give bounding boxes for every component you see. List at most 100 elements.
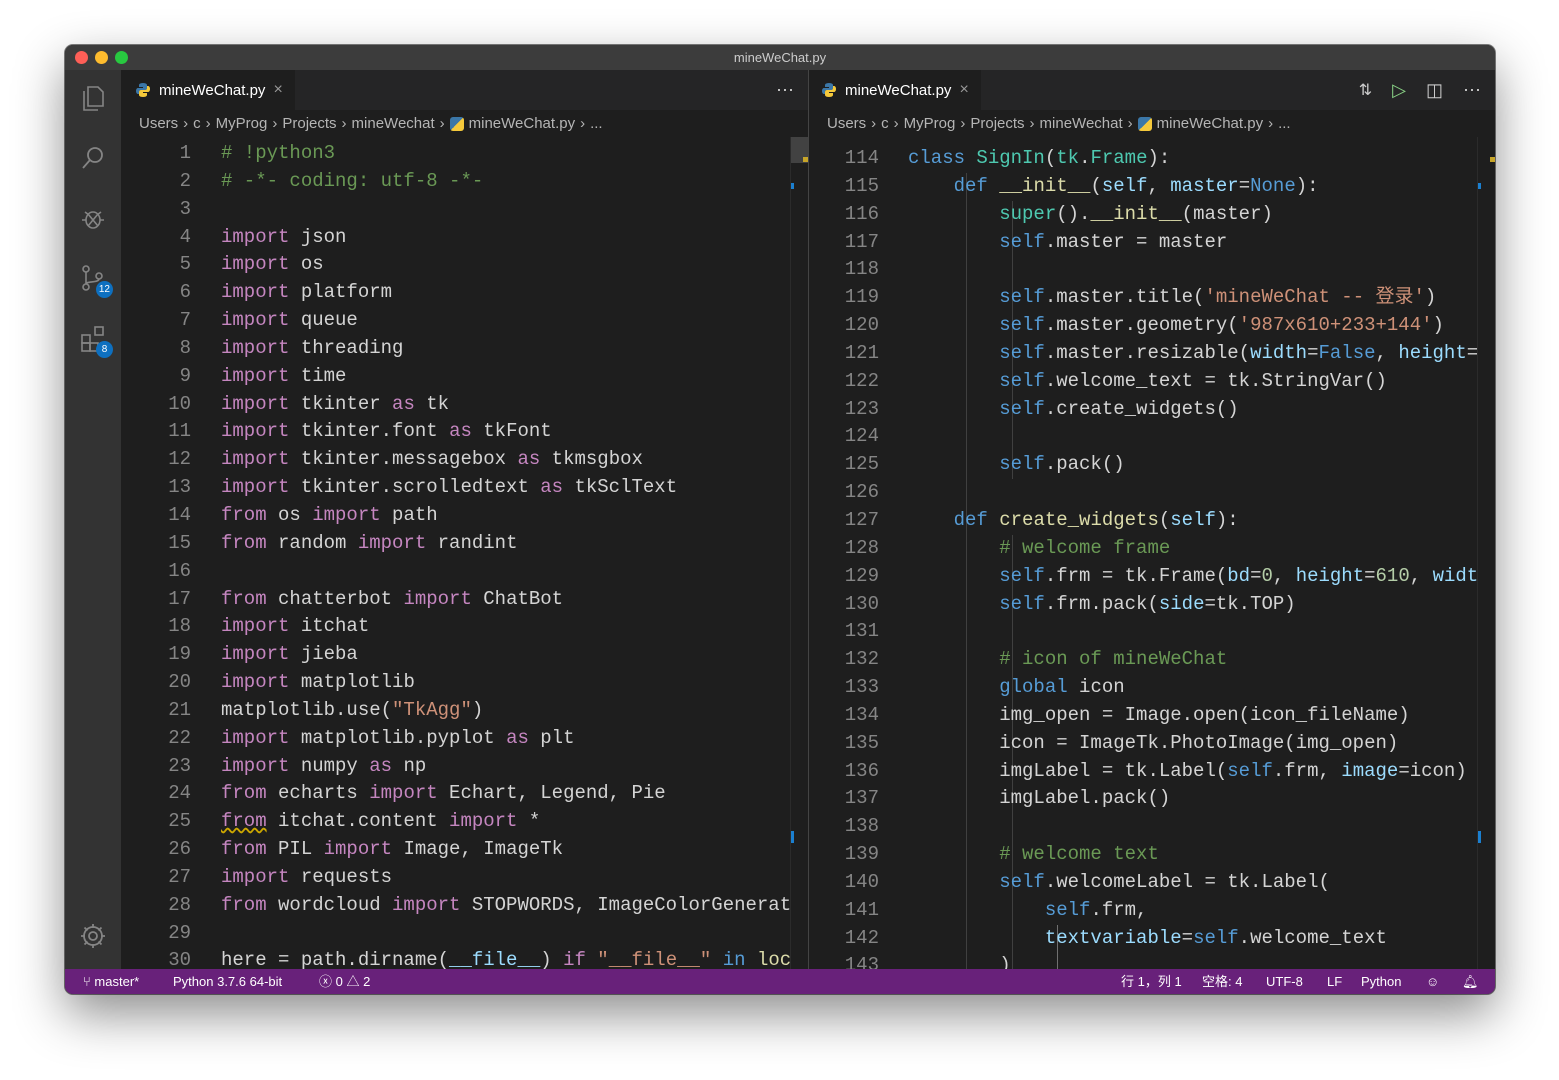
indentation[interactable]: 空格: 4	[1202, 969, 1242, 994]
code-line[interactable]: 143 )	[809, 952, 1477, 969]
cursor-position[interactable]: 行 1，列 1	[1121, 969, 1182, 994]
code-line[interactable]: 130 self.frm.pack(side=tk.TOP)	[809, 591, 1477, 619]
code-line[interactable]: 3	[121, 196, 790, 224]
code-line[interactable]: 142 textvariable=self.welcome_text	[809, 925, 1477, 953]
code-line[interactable]: 135 icon = ImageTk.PhotoImage(img_open)	[809, 730, 1477, 758]
code-line[interactable]: 28 from wordcloud import STOPWORDS, Image…	[121, 892, 790, 920]
close-tab-icon[interactable]: ×	[959, 81, 968, 99]
code-line[interactable]: 30 here = path.dirname(__file__) if "__fi…	[121, 947, 790, 969]
breadcrumb-item[interactable]: mineWechat	[352, 110, 435, 137]
feedback-smiley-icon[interactable]: ☺	[1426, 969, 1439, 994]
code-line[interactable]: 26 from PIL import Image, ImageTk	[121, 836, 790, 864]
code-line[interactable]: 139 # welcome text	[809, 841, 1477, 869]
more-actions-icon[interactable]: ⋯	[776, 80, 794, 101]
run-python-file-icon[interactable]: ▷	[1392, 80, 1406, 101]
code-line[interactable]: 9 import time	[121, 363, 790, 391]
code-line[interactable]: 122 self.welcome_text = tk.StringVar()	[809, 368, 1477, 396]
code-line[interactable]: 137 imgLabel.pack()	[809, 785, 1477, 813]
code-line[interactable]: 16	[121, 558, 790, 586]
close-tab-icon[interactable]: ×	[273, 81, 282, 99]
breadcrumb-item[interactable]: Projects	[970, 110, 1024, 137]
breadcrumb-item[interactable]: MyProg	[904, 110, 956, 137]
code-line[interactable]: 12 import tkinter.messagebox as tkmsgbox	[121, 446, 790, 474]
breadcrumb-item[interactable]: c	[193, 110, 201, 137]
code-line[interactable]: 21 matplotlib.use("TkAgg")	[121, 697, 790, 725]
code-line[interactable]: 5 import os	[121, 251, 790, 279]
code-line[interactable]: 127 def create_widgets(self):	[809, 507, 1477, 535]
code-line[interactable]: 24 from echarts import Echart, Legend, Pi…	[121, 780, 790, 808]
code-line[interactable]: 14 from os import path	[121, 502, 790, 530]
minimize-window-button[interactable]	[95, 51, 108, 64]
breadcrumb-item[interactable]: Users	[827, 110, 866, 137]
code-line[interactable]: 19 import jieba	[121, 641, 790, 669]
code-line[interactable]: 29	[121, 920, 790, 948]
gear-icon[interactable]	[77, 920, 109, 952]
split-editor-icon[interactable]: ◫	[1426, 80, 1443, 101]
breadcrumb-item[interactable]: mineWeChat.py	[1157, 110, 1263, 137]
code-line[interactable]: 118	[809, 256, 1477, 284]
code-line[interactable]: 22 import matplotlib.pyplot as plt	[121, 725, 790, 753]
scrollbar-right[interactable]	[1477, 137, 1495, 969]
code-editor-right[interactable]: 114 class SignIn(tk.Frame): 115 def __init…	[809, 145, 1477, 969]
code-line[interactable]: 11 import tkinter.font as tkFont	[121, 418, 790, 446]
code-line[interactable]: 123 self.create_widgets()	[809, 396, 1477, 424]
code-line[interactable]: 114 class SignIn(tk.Frame):	[809, 145, 1477, 173]
code-line[interactable]: 115 def __init__(self, master=None):	[809, 173, 1477, 201]
code-line[interactable]: 17 from chatterbot import ChatBot	[121, 586, 790, 614]
code-line[interactable]: 134 img_open = Image.open(icon_fileName)	[809, 702, 1477, 730]
code-line[interactable]: 140 self.welcomeLabel = tk.Label(	[809, 869, 1477, 897]
source-control-icon[interactable]: 12	[77, 262, 113, 298]
scrollbar-left[interactable]	[790, 137, 808, 969]
zoom-window-button[interactable]	[115, 51, 128, 64]
search-icon[interactable]	[77, 142, 109, 174]
more-actions-icon[interactable]: ⋯	[1463, 80, 1481, 101]
tab-minewechat-left[interactable]: mineWeChat.py ×	[121, 70, 295, 110]
tab-minewechat-right[interactable]: mineWeChat.py ×	[809, 70, 981, 110]
code-editor-left[interactable]: 1 # !python3 2 # -*- coding: utf-8 -*- 3 4 imp…	[121, 140, 790, 969]
code-line[interactable]: 7 import queue	[121, 307, 790, 335]
code-line[interactable]: 116 super().__init__(master)	[809, 201, 1477, 229]
code-line[interactable]: 8 import threading	[121, 335, 790, 363]
code-line[interactable]: 141 self.frm,	[809, 897, 1477, 925]
code-line[interactable]: 13 import tkinter.scrolledtext as tkSclTe…	[121, 474, 790, 502]
code-line[interactable]: 15 from random import randint	[121, 530, 790, 558]
breadcrumb-item[interactable]: mineWechat	[1040, 110, 1123, 137]
code-line[interactable]: 18 import itchat	[121, 613, 790, 641]
code-line[interactable]: 4 import json	[121, 224, 790, 252]
code-line[interactable]: 10 import tkinter as tk	[121, 391, 790, 419]
code-line[interactable]: 20 import matplotlib	[121, 669, 790, 697]
breadcrumb-item[interactable]: Projects	[282, 110, 336, 137]
code-line[interactable]: 119 self.master.title('mineWeChat -- 登录'…	[809, 284, 1477, 312]
code-line[interactable]: 121 self.master.resizable(width=False, h…	[809, 340, 1477, 368]
breadcrumb-item[interactable]: mineWeChat.py	[469, 110, 575, 137]
code-line[interactable]: 25 from itchat.content import *	[121, 808, 790, 836]
python-interpreter[interactable]: Python 3.7.6 64-bit	[173, 969, 282, 994]
encoding[interactable]: UTF-8	[1266, 969, 1303, 994]
code-line[interactable]: 6 import platform	[121, 279, 790, 307]
code-line[interactable]: 133 global icon	[809, 674, 1477, 702]
code-line[interactable]: 1 # !python3	[121, 140, 790, 168]
problems-indicator[interactable]: ⓧ 0 △ 2	[319, 969, 370, 994]
end-of-line[interactable]: LF	[1327, 969, 1342, 994]
code-line[interactable]: 138	[809, 813, 1477, 841]
close-window-button[interactable]	[75, 51, 88, 64]
breadcrumb-item[interactable]: MyProg	[216, 110, 268, 137]
code-line[interactable]: 129 self.frm = tk.Frame(bd=0, height=610…	[809, 563, 1477, 591]
breadcrumb-item[interactable]: c	[881, 110, 889, 137]
code-line[interactable]: 125 self.pack()	[809, 451, 1477, 479]
code-line[interactable]: 132 # icon of mineWeChat	[809, 646, 1477, 674]
open-changes-icon[interactable]: ⇅	[1359, 80, 1372, 100]
code-line[interactable]: 124	[809, 423, 1477, 451]
code-line[interactable]: 128 # welcome frame	[809, 535, 1477, 563]
code-line[interactable]: 27 import requests	[121, 864, 790, 892]
branch-indicator[interactable]: ⑂ master*	[83, 969, 139, 994]
breadcrumb-item[interactable]: ...	[590, 110, 603, 137]
notifications-bell-icon[interactable]: 🔔︎	[1462, 969, 1479, 994]
debug-icon[interactable]	[77, 202, 109, 234]
code-line[interactable]: 126	[809, 479, 1477, 507]
extensions-icon[interactable]: 8	[77, 322, 113, 358]
code-line[interactable]: 117 self.master = master	[809, 229, 1477, 257]
code-line[interactable]: 136 imgLabel = tk.Label(self.frm, image=…	[809, 758, 1477, 786]
language-mode[interactable]: Python	[1361, 969, 1401, 994]
code-line[interactable]: 23 import numpy as np	[121, 753, 790, 781]
